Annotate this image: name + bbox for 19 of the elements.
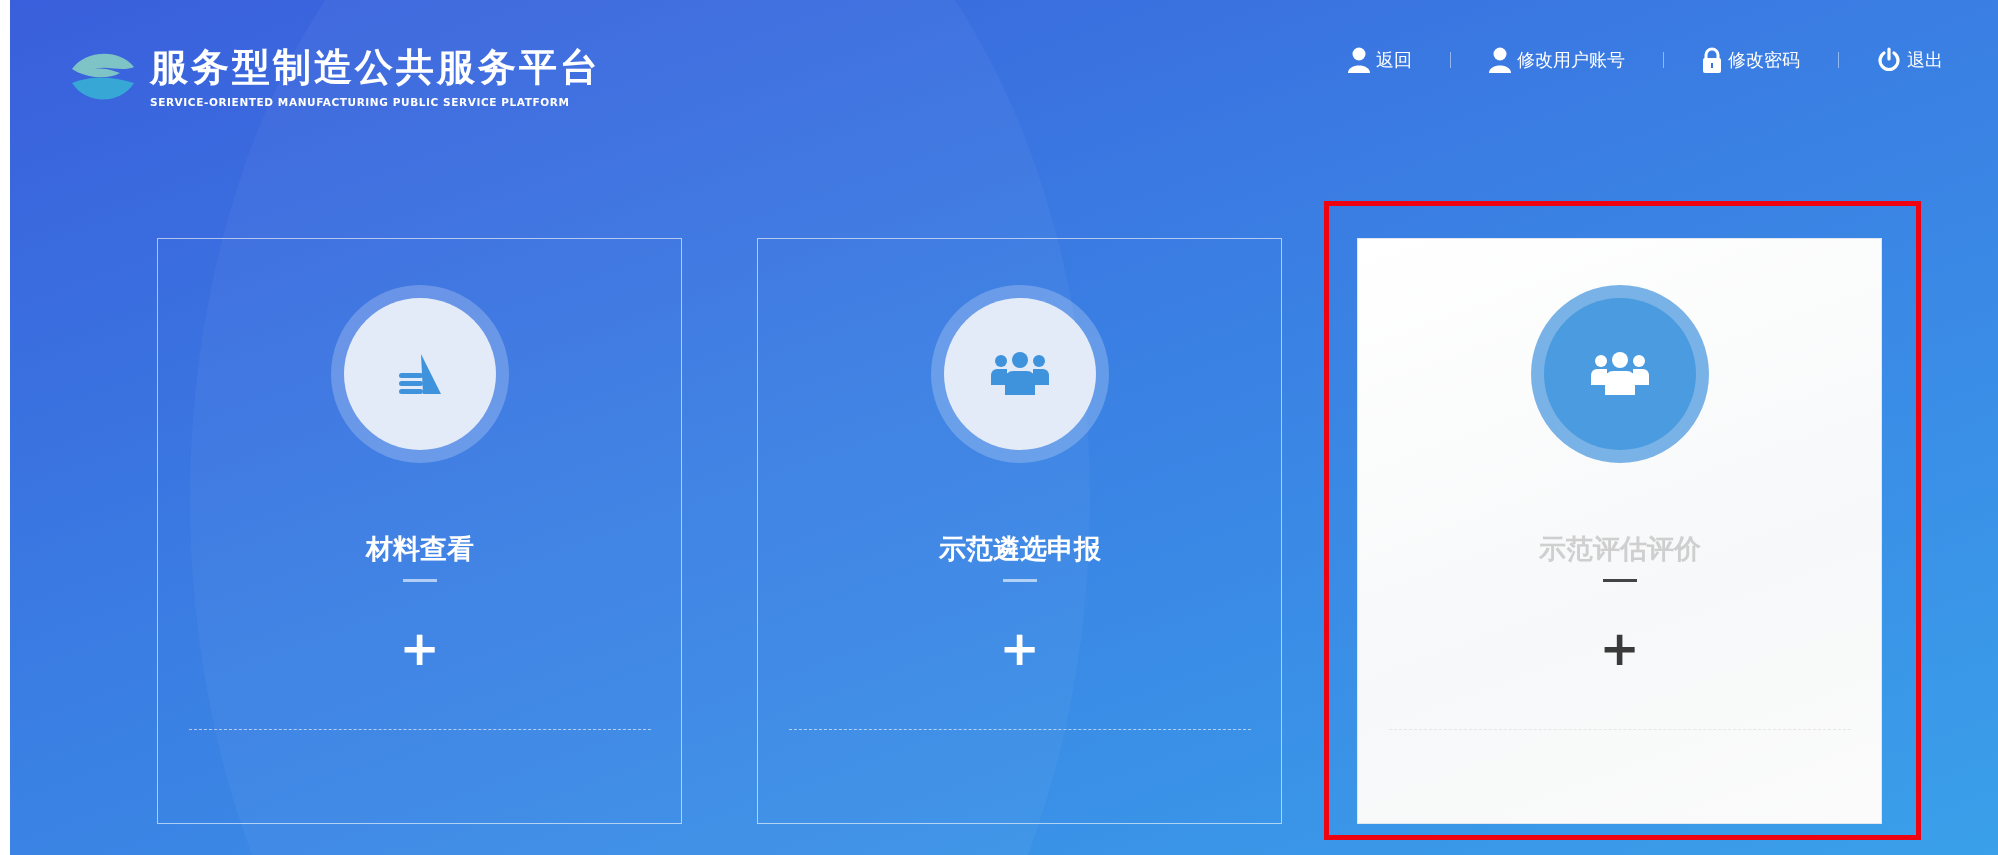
user-icon (1348, 47, 1370, 73)
user-icon (1489, 47, 1511, 73)
team-icon (990, 351, 1049, 397)
card-title: 材料查看 (365, 532, 474, 566)
platform-subtitle: SERVICE-ORIENTED MANUFACTURING PUBLIC SERVICE PLATFORM (150, 96, 571, 108)
nav-link[interactable]: 修改用户账号 (1489, 47, 1625, 73)
nav-link[interactable]: 退出 (1877, 47, 1943, 73)
module-card[interactable]: 材料查看 + (157, 238, 682, 824)
add-button[interactable]: + (1599, 624, 1640, 672)
card-title: 示范遴选申报 (938, 532, 1101, 566)
nav-link[interactable]: 返回 (1348, 47, 1412, 73)
add-button[interactable]: + (399, 624, 440, 672)
lock-icon (1702, 47, 1722, 73)
nav-link[interactable]: 修改密码 (1702, 47, 1800, 73)
module-card[interactable]: 示范遴选申报 + (757, 238, 1282, 824)
power-icon (1877, 47, 1901, 73)
platform-title: 服务型制造公共服务平台 (150, 44, 601, 90)
add-button[interactable]: + (999, 624, 1040, 672)
team-icon (1590, 351, 1649, 397)
